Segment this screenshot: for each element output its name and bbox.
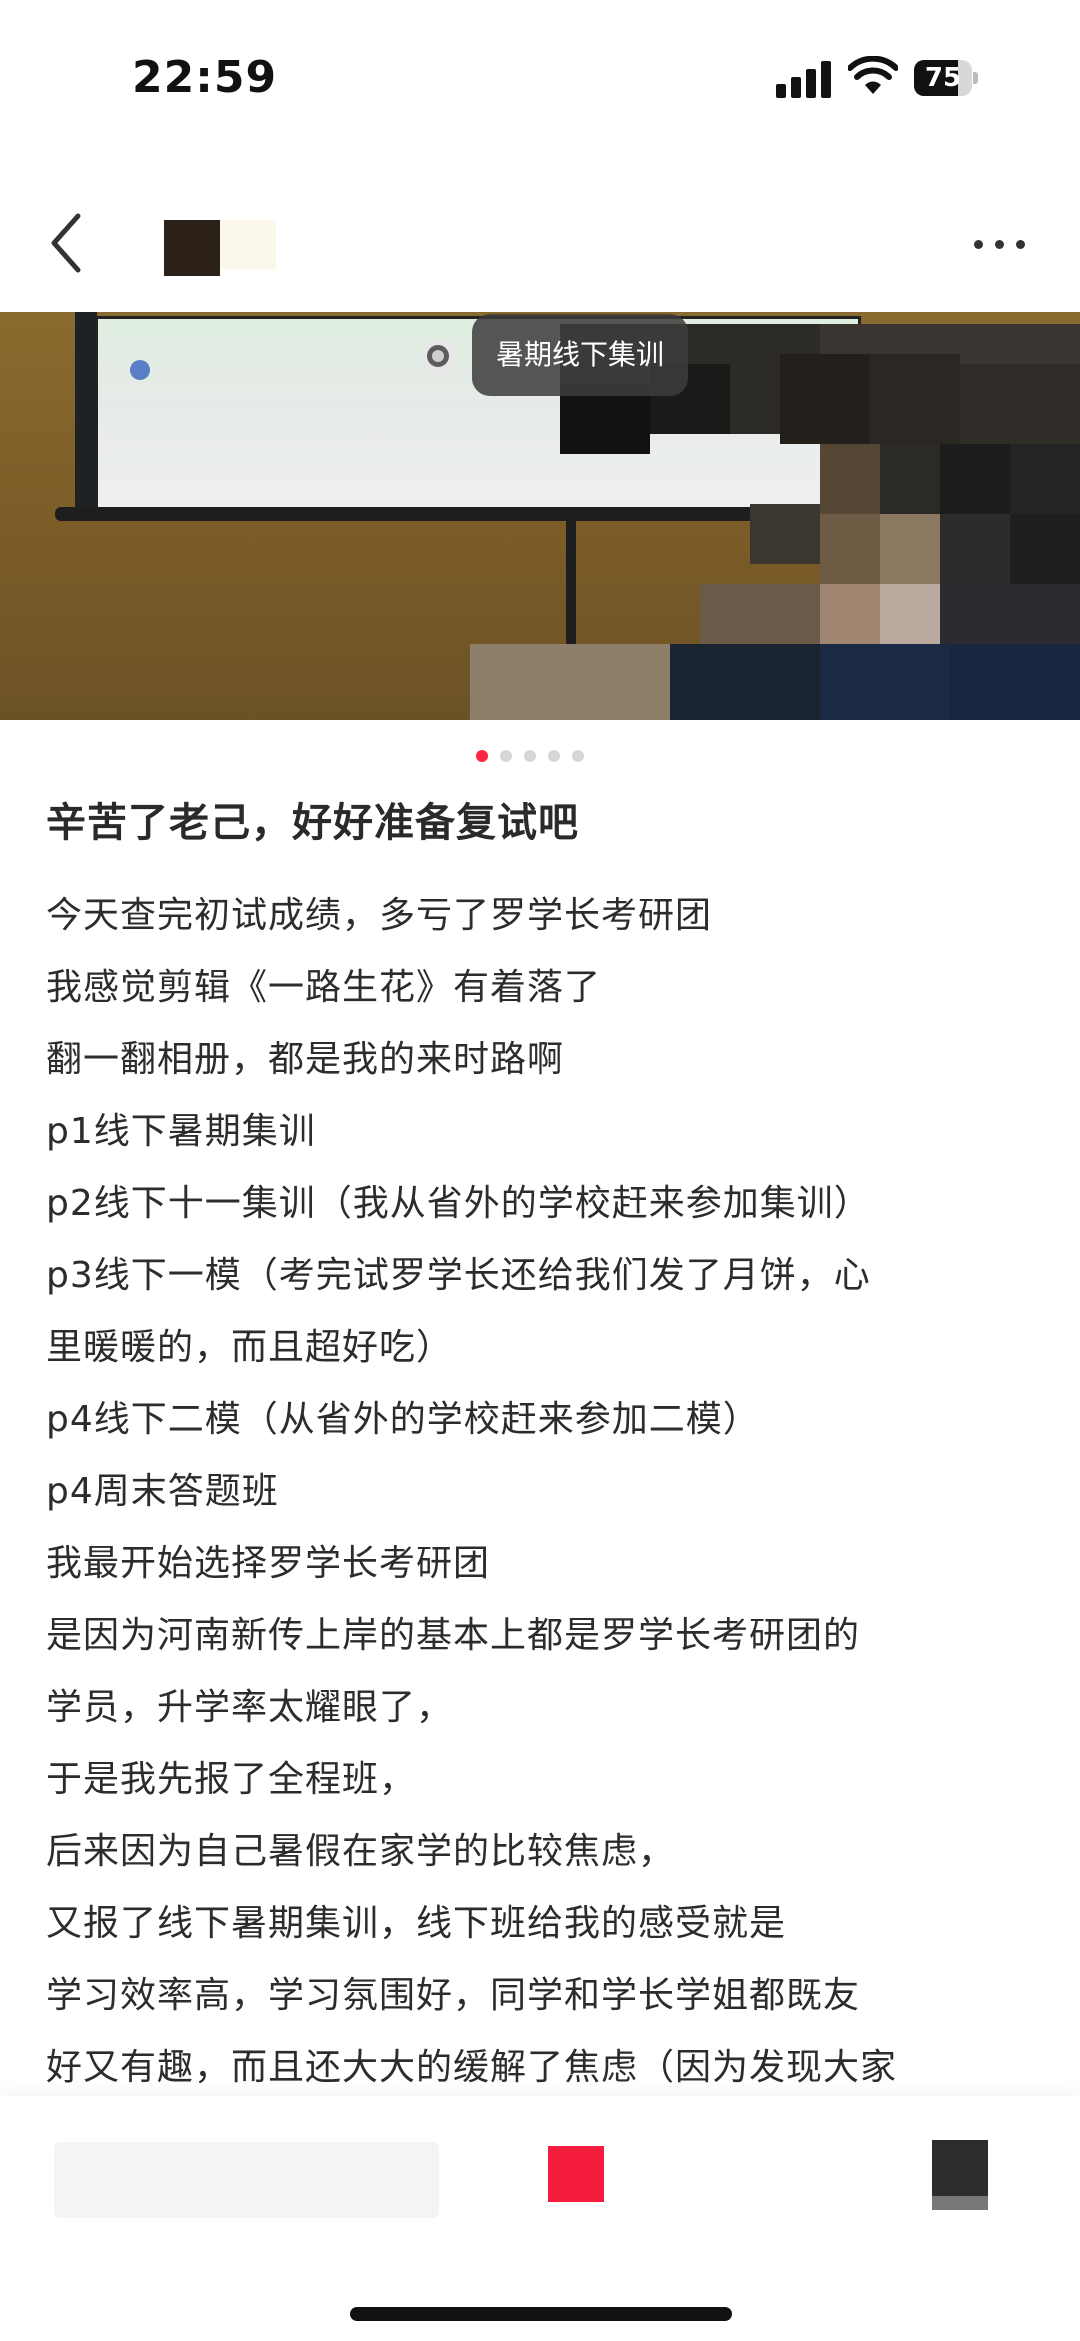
like-icon[interactable] <box>548 2146 604 2202</box>
battery-level-text: 75 <box>924 63 962 93</box>
post-body-line: 于是我先报了全程班， <box>46 1759 417 1800</box>
post-body-line: 是因为河南新传上岸的基本上都是罗学长考研团的 <box>46 1615 861 1656</box>
post-body-line: 里暖暖的，而且超好吃） <box>46 1327 454 1368</box>
top-nav-bar <box>0 190 1080 300</box>
post-body-line: p4线下二模（从省外的学校赶来参加二模） <box>46 1399 760 1440</box>
post-body-line: 又报了线下暑期集训，线下班给我的感受就是 <box>46 1903 787 1944</box>
post-body-line: 我最开始选择罗学长考研团 <box>46 1543 491 1584</box>
status-bar: 22:59 75 <box>0 0 1080 160</box>
pager-dot <box>500 750 512 762</box>
post-body-line: p1线下暑期集训 <box>46 1111 316 1152</box>
post-body: 今天查完初试成绩，多亏了罗学长考研团 我感觉剪辑《一路生花》有着落了 翻一翻相册，都… <box>46 880 1046 2104</box>
home-indicator <box>350 2307 732 2321</box>
pager-dot <box>476 750 488 762</box>
comment-input[interactable] <box>54 2142 439 2218</box>
cellular-signal-icon <box>776 60 834 98</box>
status-time: 22:59 <box>132 52 278 103</box>
post-body-line: 今天查完初试成绩，多亏了罗学长考研团 <box>46 895 713 936</box>
post-body-line: 好又有趣，而且还大大的缓解了焦虑（因为发现大家 <box>46 2047 898 2088</box>
post-body-line: p3线下一模（考完试罗学长还给我们发了月饼，心 <box>46 1255 871 1296</box>
pager-dot <box>548 750 560 762</box>
location-tag-icon <box>420 338 456 374</box>
author-name-redacted[interactable] <box>220 220 276 270</box>
photo-tag[interactable]: 暑期线下集训 <box>472 314 689 396</box>
bottom-action-bar <box>0 2096 1080 2341</box>
comment-icon[interactable] <box>932 2140 988 2196</box>
pager-dot <box>524 750 536 762</box>
post-body-line: p4周末答题班 <box>46 1471 279 1512</box>
post-body-line: 学员，升学率太耀眼了， <box>46 1687 454 1728</box>
post-title: 辛苦了老己，好好准备复试吧 <box>46 800 579 846</box>
carousel-pager <box>476 747 596 762</box>
chevron-left-icon[interactable] <box>44 208 88 278</box>
wifi-icon <box>848 56 898 94</box>
photo-tag-label: 暑期线下集训 <box>496 338 665 371</box>
author-avatar[interactable] <box>164 220 220 276</box>
post-body-line: 后来因为自己暑假在家学的比较焦虑， <box>46 1831 676 1872</box>
post-photo[interactable]: 暑期线下集训 <box>0 312 1080 720</box>
post-body-line: 翻一翻相册，都是我的来时路啊 <box>46 1039 565 1080</box>
post-body-line: 学习效率高，学习氛围好，同学和学长学姐都既友 <box>46 1975 861 2016</box>
battery-icon: 75 <box>914 60 978 96</box>
more-dots-icon[interactable] <box>970 230 1030 260</box>
post-body-line: p2线下十一集训（我从省外的学校赶来参加集训） <box>46 1183 871 1224</box>
pager-dot <box>572 750 584 762</box>
post-body-line: 我感觉剪辑《一路生花》有着落了 <box>46 967 602 1008</box>
